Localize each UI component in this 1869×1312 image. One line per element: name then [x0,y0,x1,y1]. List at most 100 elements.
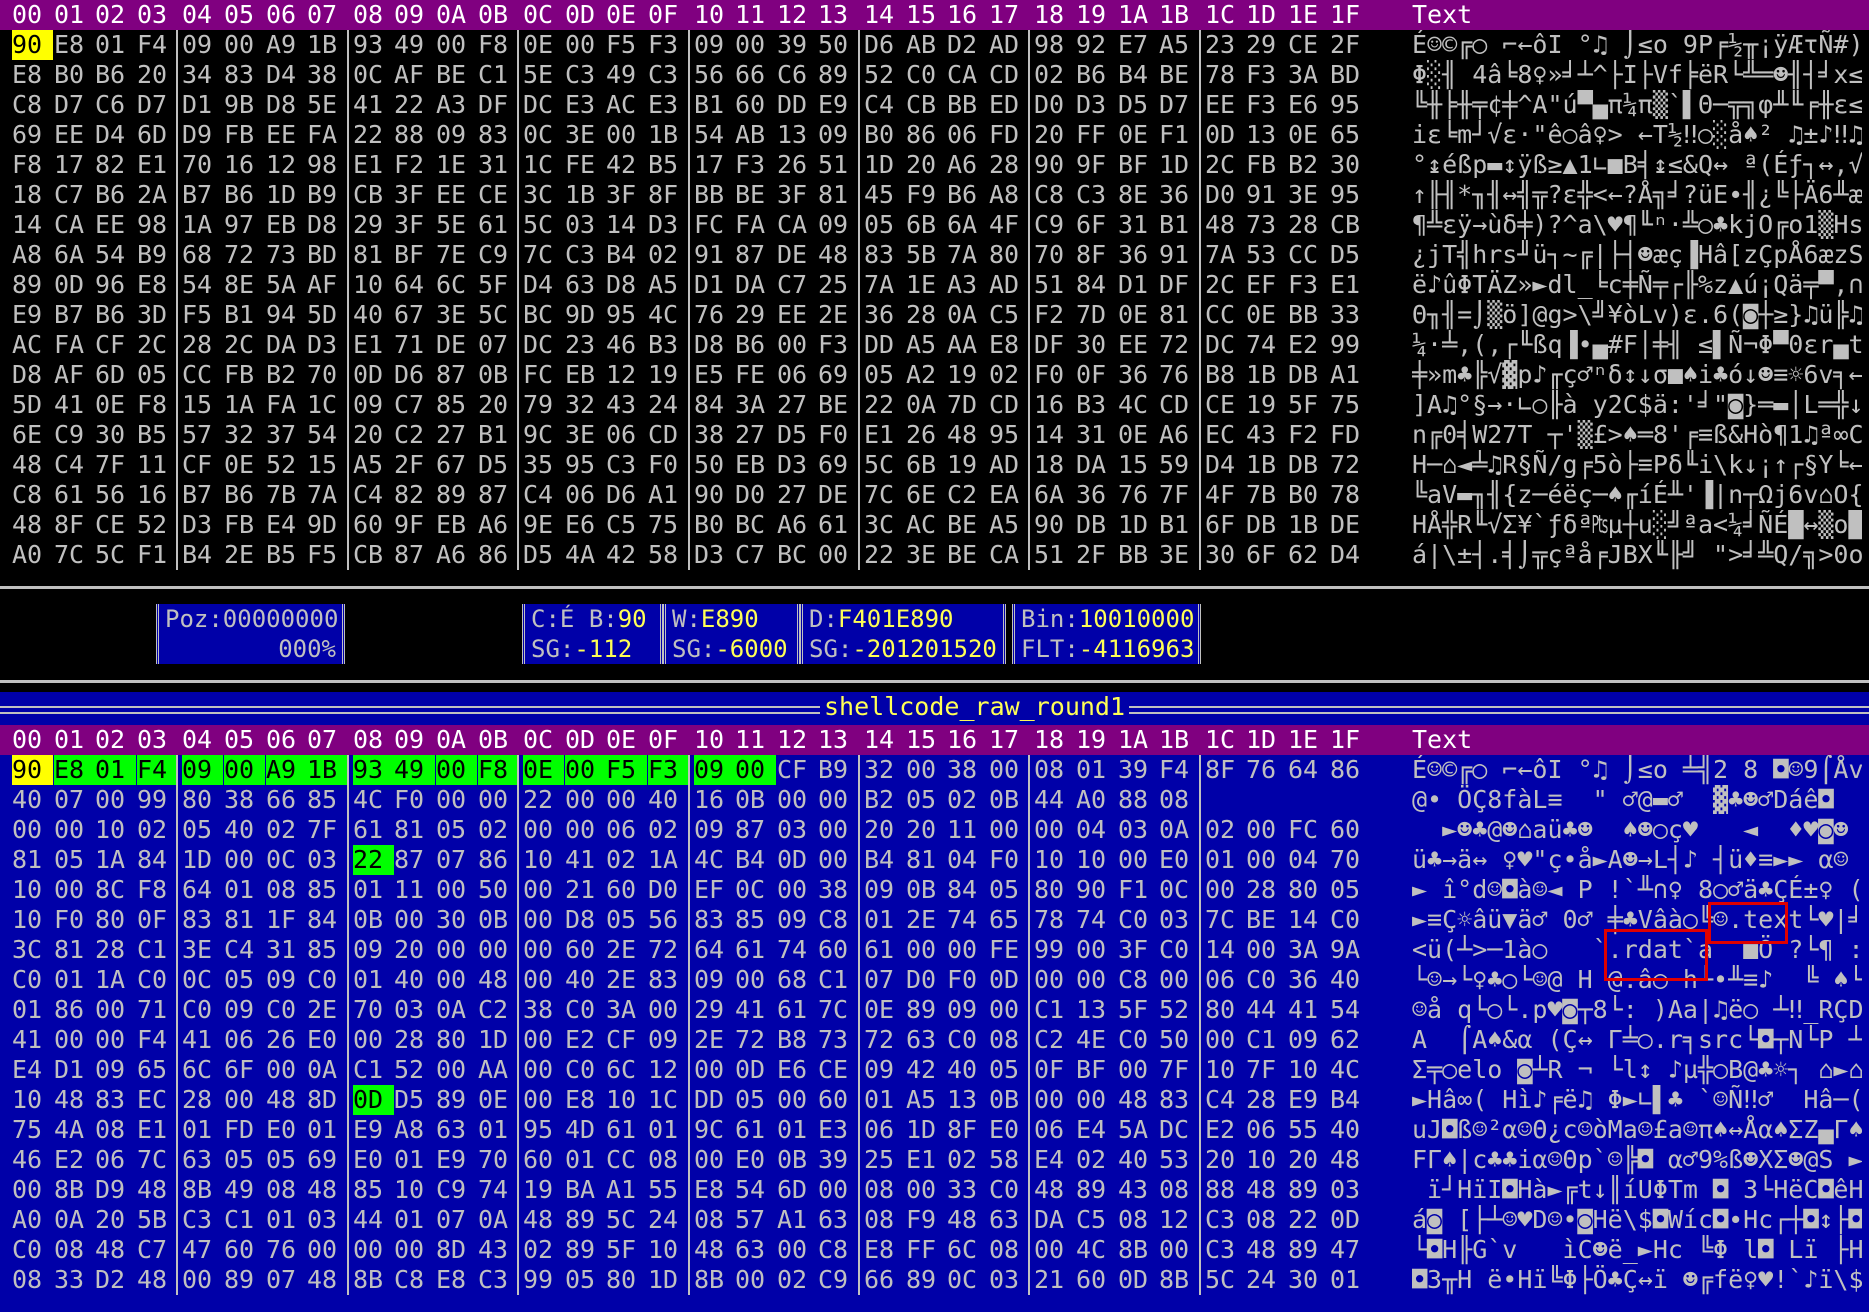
hex-byte[interactable]: 38 [523,995,564,1025]
hex-byte[interactable]: 0A [307,1055,348,1085]
bottom-hex-row[interactable]: 3C 81 28 C1 3E C4 31 85 09 20 00 00 00 60 2E 72 64 61 74 60… [0,935,1869,965]
ascii-text[interactable]: ►☻♣@☻⌂aü♣☻ ♠☻○ç♥ ◄ ♦♥◙☻ ⁿ` [1412,815,1862,845]
hex-byte[interactable]: C7 [777,270,818,300]
hex-byte[interactable]: BC [735,510,776,540]
hex-byte[interactable]: 07 [436,845,477,875]
hex-byte[interactable]: 59 [1159,450,1200,480]
hex-byte[interactable]: 14 [1288,905,1329,935]
hex-byte[interactable]: 5C [95,540,136,570]
hex-byte[interactable]: 2E [818,300,859,330]
hex-byte[interactable]: FE [565,150,606,180]
hex-byte[interactable]: 01 [394,1205,435,1235]
hex-byte[interactable]: 29 [1246,30,1287,60]
hex-byte[interactable]: 0D [1330,1205,1371,1235]
hex-byte[interactable]: 0F [137,905,178,935]
hex-byte[interactable]: C8 [394,1265,435,1295]
bottom-hex-grid[interactable]: 00 01 02 03 04 05 06 07 08 09 0A 0B 0C 0D 0E 0F 10 11 12 13… [0,725,1869,1312]
hex-byte[interactable]: C9 [436,1175,477,1205]
hex-byte[interactable]: 12 [606,360,647,390]
hex-byte[interactable]: 36 [1118,360,1159,390]
hex-byte[interactable]: E8 [565,1085,606,1115]
hex-byte[interactable]: 02 [989,360,1030,390]
hex-byte[interactable]: 08 [694,1205,735,1235]
hex-byte[interactable]: 14 [12,210,53,240]
hex-byte[interactable]: BF [1076,1055,1117,1085]
hex-byte[interactable]: E6 [777,1055,818,1085]
hex-byte[interactable]: BB [1288,300,1329,330]
ascii-text[interactable]: ¿jT╣hrs╜ü┐~╔|├┤☻æç▐Hâ[zÇpÅ6æzS╠╒ [1412,240,1862,270]
hex-byte[interactable]: 40 [224,815,265,845]
hex-byte[interactable]: CF [606,1025,647,1055]
hex-byte[interactable]: 7C [1205,905,1246,935]
hex-byte[interactable]: 0E [1118,300,1159,330]
hex-byte[interactable]: D1 [1118,270,1159,300]
hex-byte[interactable]: 39 [818,1145,859,1175]
hex-byte[interactable]: 89 [818,60,859,90]
hex-byte[interactable]: 01 [565,1145,606,1175]
hex-byte[interactable]: 85 [307,935,348,965]
hex-byte[interactable]: FA [266,390,307,420]
hex-byte[interactable]: 09 [1288,1025,1329,1055]
hex-byte[interactable]: 4C [694,845,735,875]
hex-byte[interactable]: 60 [523,1145,564,1175]
hex-byte[interactable]: 93 [353,30,394,60]
hex-byte[interactable]: 50 [818,30,859,60]
hex-byte[interactable]: B4 [1330,1085,1371,1115]
hex-byte[interactable]: E4 [266,510,307,540]
hex-byte[interactable]: C8 [818,1235,859,1265]
hex-byte[interactable]: 76 [1159,360,1200,390]
hex-byte[interactable]: A5 [648,270,689,300]
hex-byte[interactable]: 3F [777,180,818,210]
hex-byte[interactable]: D5 [1330,240,1371,270]
hex-byte[interactable]: 91 [694,240,735,270]
hex-byte[interactable]: 41 [182,1025,223,1055]
top-hex-row[interactable]: F8 17 82 E1 70 16 12 98 E1 F2 1E 31 1C FE 42 B5 17 F3 26 51… [0,150,1869,180]
hex-byte[interactable]: 65 [1330,120,1371,150]
hex-byte[interactable]: C0 [12,1235,53,1265]
top-hex-row[interactable]: D8 AF 6D 05 CC FB B2 70 0D D6 87 0B FC EB 12 19 E5 FE 06 69… [0,360,1869,390]
hex-byte[interactable]: 08 [266,875,307,905]
hex-byte[interactable]: 52 [266,450,307,480]
hex-byte[interactable]: AC [606,90,647,120]
hex-byte[interactable]: 39 [1118,755,1159,785]
hex-byte[interactable]: 02 [947,785,988,815]
hex-byte[interactable]: 10 [1205,1055,1246,1085]
hex-byte[interactable]: D2 [947,30,988,60]
hex-byte[interactable]: 6C [436,270,477,300]
hex-byte[interactable]: EE [1118,330,1159,360]
hex-byte[interactable]: 8E [1118,180,1159,210]
hex-byte[interactable]: 1D [266,180,307,210]
hex-byte[interactable]: 5C [864,450,905,480]
hex-byte[interactable]: 08 [864,1205,905,1235]
hex-byte[interactable]: CF [777,755,818,785]
hex-byte[interactable]: F0 [54,905,95,935]
ascii-text[interactable]: á|\±┤.╡⌡╦çªå╒JBX╙╟╝ ">╛╩Q/╗>0ob╘ [1412,540,1862,570]
hex-byte[interactable]: 15 [1118,450,1159,480]
hex-byte[interactable]: 3A [1288,60,1329,90]
hex-byte[interactable]: AC [906,510,947,540]
ascii-text[interactable]: ╚aV▬╖╢{z─éëç─♠╓íÉ╨'▐|n┬Ωj6v⌂O{░x [1412,480,1862,510]
hex-byte[interactable]: 06 [224,1025,265,1055]
hex-byte[interactable]: 64 [182,875,223,905]
hex-byte[interactable]: D9 [182,120,223,150]
hex-byte[interactable]: 10 [606,1085,647,1115]
hex-byte[interactable]: 26 [777,150,818,180]
hex-byte[interactable]: 0D [353,360,394,390]
hex-byte[interactable]: 5A [1118,1115,1159,1145]
hex-byte[interactable]: 74 [1246,330,1287,360]
hex-byte[interactable]: 20 [353,420,394,450]
hex-byte[interactable]: D0 [1205,180,1246,210]
hex-byte[interactable]: 85 [307,785,348,815]
hex-byte[interactable]: 81 [1159,300,1200,330]
hex-byte[interactable]: FB [224,120,265,150]
hex-byte[interactable]: 52 [1159,995,1200,1025]
hex-byte[interactable]: 2E [224,540,265,570]
bottom-hex-row[interactable]: 90 E8 01 F4 09 00 A9 1B 93 49 00 F8 0E 00 F5 F3 09 00 CF B9… [0,755,1869,785]
hex-byte[interactable]: 07 [478,330,519,360]
hex-byte[interactable]: 01 [1330,1265,1371,1295]
hex-byte[interactable]: DE [777,240,818,270]
hex-byte[interactable]: 95 [606,300,647,330]
bottom-hex-row[interactable]: 00 00 10 02 05 40 02 7F 61 81 05 02 00 00 06 02 09 87 03 00… [0,815,1869,845]
hex-byte[interactable]: 09 [694,965,735,995]
hex-byte[interactable]: 1D [1118,510,1159,540]
